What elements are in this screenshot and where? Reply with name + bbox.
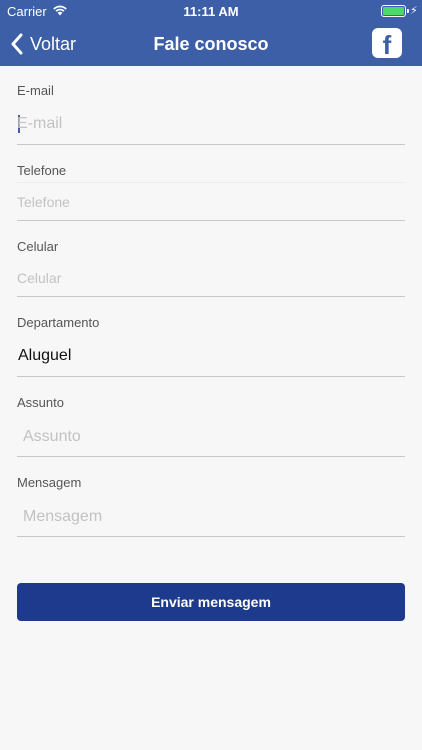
back-button[interactable]: Voltar xyxy=(10,30,76,58)
celular-input[interactable] xyxy=(17,268,405,288)
email-input[interactable] xyxy=(17,112,405,136)
facebook-button[interactable]: f xyxy=(372,28,402,58)
mensagem-underline xyxy=(17,536,405,537)
battery-icon xyxy=(381,5,409,17)
departamento-label: Departamento xyxy=(17,315,100,330)
mensagem-input[interactable] xyxy=(23,506,403,528)
send-message-button[interactable]: Enviar mensagem xyxy=(17,583,405,621)
departamento-underline xyxy=(17,376,405,377)
assunto-field-group: Assunto xyxy=(17,392,405,458)
assunto-underline xyxy=(17,456,405,457)
status-time: 11:11 AM xyxy=(183,4,239,19)
telefone-underline xyxy=(17,220,405,221)
back-label: Voltar xyxy=(30,33,77,54)
top-bar: Carrier 11:11 AM ⚡ Voltar Fale conosco f xyxy=(0,0,422,66)
mensagem-label: Mensagem xyxy=(17,475,82,490)
facebook-icon: f xyxy=(382,30,392,58)
email-field-group: E-mail xyxy=(17,80,405,146)
assunto-input[interactable] xyxy=(23,426,403,448)
status-bar: Carrier 11:11 AM ⚡ xyxy=(0,0,422,22)
telefone-input[interactable] xyxy=(17,192,405,212)
celular-underline xyxy=(17,296,405,297)
chevron-left-icon xyxy=(11,33,23,55)
celular-label: Celular xyxy=(17,239,59,254)
email-underline xyxy=(17,144,405,145)
telefone-field-group: Telefone xyxy=(17,160,405,222)
telefone-label: Telefone xyxy=(17,163,67,178)
email-label: E-mail xyxy=(17,83,54,98)
assunto-label: Assunto xyxy=(17,395,64,410)
departamento-select[interactable]: Aluguel xyxy=(18,347,71,365)
charging-icon: ⚡ xyxy=(410,5,418,17)
mensagem-field-group: Mensagem xyxy=(17,472,405,538)
celular-field-group: Celular xyxy=(17,236,405,298)
departamento-field-group[interactable]: Departamento Aluguel xyxy=(17,312,405,378)
navigation-bar: Voltar Fale conosco f xyxy=(0,22,422,66)
telefone-separator xyxy=(17,182,405,183)
